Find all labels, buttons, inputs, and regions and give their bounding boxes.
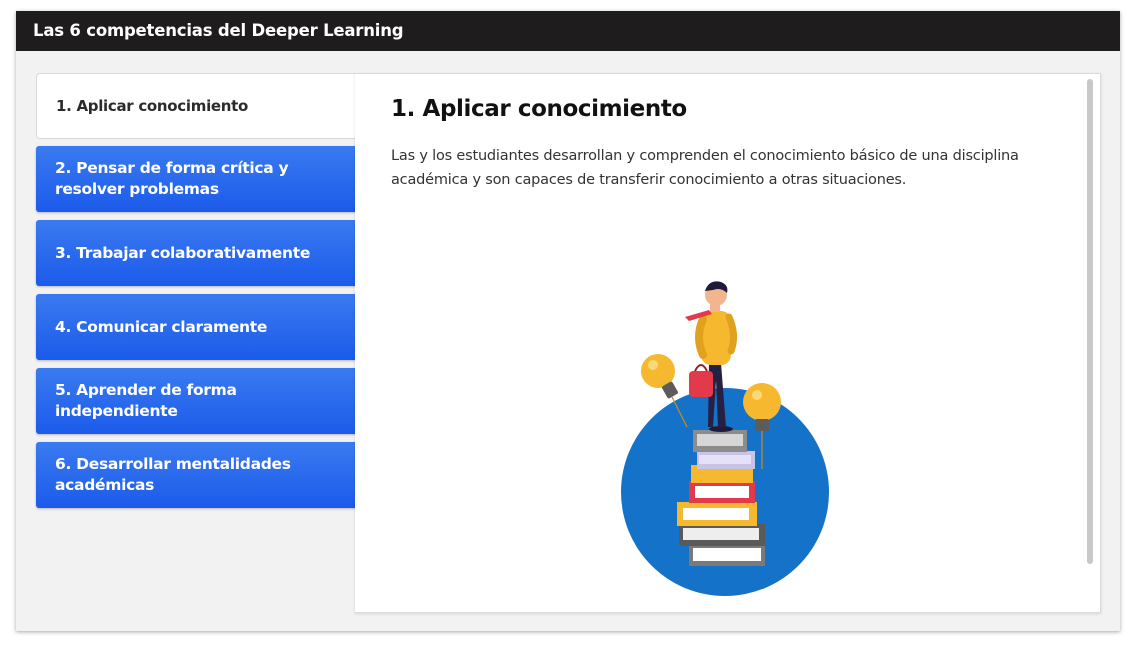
tab-trabajar-colaborativamente[interactable]: 3. Trabajar colaborativamente	[36, 220, 356, 286]
tab-label: 6. Desarrollar mentalidades académicas	[55, 455, 291, 494]
window-title: Las 6 competencias del Deeper Learning	[16, 11, 1120, 51]
tab-pensar-critica[interactable]: 2. Pensar de forma crítica y resolver pr…	[36, 146, 356, 212]
content-title: 1. Aplicar conocimiento	[391, 96, 687, 122]
tab-mentalidades-academicas[interactable]: 6. Desarrollar mentalidades académicas	[36, 442, 356, 508]
tab-label: 3. Trabajar colaborativamente	[55, 243, 311, 262]
content-scrollbar[interactable]	[1087, 79, 1093, 564]
app-window: Las 6 competencias del Deeper Learning 1…	[16, 11, 1120, 631]
content-description: Las y los estudiantes desarrollan y comp…	[391, 148, 1019, 188]
tab-label: 2. Pensar de forma crítica y resolver pr…	[55, 159, 289, 198]
tab-label: 4. Comunicar claramente	[55, 317, 268, 336]
tab-label: 5. Aprender de forma independiente	[55, 381, 237, 420]
student-on-books-illustration	[617, 259, 837, 603]
tab-aplicar-conocimiento[interactable]: 1. Aplicar conocimiento	[36, 73, 356, 139]
tab-label: 1. Aplicar conocimiento	[56, 97, 249, 115]
tab-aprender-independiente[interactable]: 5. Aprender de forma independiente	[36, 368, 356, 434]
content-panel: 1. Aplicar conocimiento Las y los estudi…	[355, 73, 1101, 613]
tab-comunicar-claramente[interactable]: 4. Comunicar claramente	[36, 294, 356, 360]
